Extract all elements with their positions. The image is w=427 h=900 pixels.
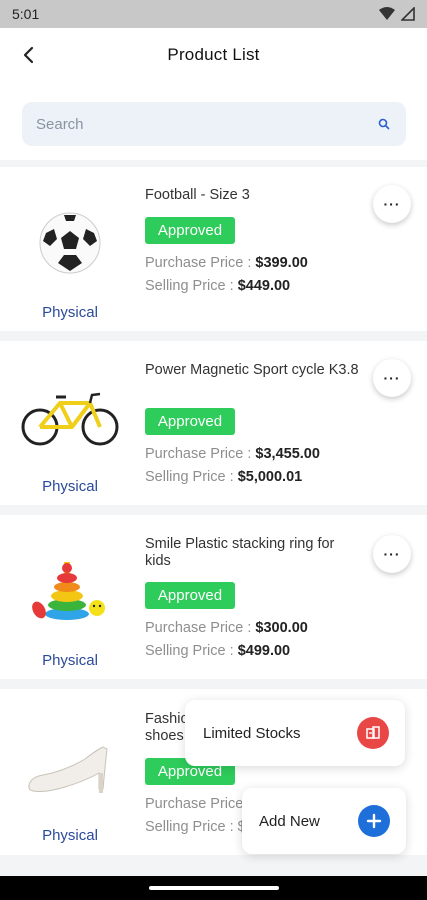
- selling-price-label: Selling Price :: [145, 643, 234, 659]
- product-card[interactable]: Physical Football - Size 3 Approved Purc…: [0, 167, 427, 331]
- purchase-price: Purchase Price : $3,455.00: [145, 446, 320, 462]
- selling-price-label: Selling Price :: [145, 278, 234, 294]
- purchase-price-label: Purchase Price :: [145, 796, 252, 812]
- wifi-icon: [379, 7, 395, 20]
- search-bar[interactable]: [22, 102, 406, 146]
- product-image-shoe: [14, 731, 126, 803]
- status-badge: Approved: [145, 408, 235, 435]
- app-bar: Product List: [0, 28, 427, 82]
- search-input[interactable]: [36, 115, 376, 133]
- limited-stocks-label: Limited Stocks: [203, 724, 301, 742]
- purchase-price-value: $3,455.00: [255, 446, 320, 462]
- more-options-button[interactable]: ···: [373, 535, 411, 573]
- product-type: Physical: [42, 652, 98, 669]
- status-time: 5:01: [12, 6, 40, 22]
- status-bar: 5:01: [0, 0, 427, 28]
- status-icons: [379, 7, 415, 21]
- purchase-price-value: $300.00: [255, 620, 308, 636]
- limited-stocks-button[interactable]: Limited Stocks: [185, 700, 405, 766]
- add-new-label: Add New: [259, 812, 320, 830]
- product-name-line2: shoes: [145, 728, 184, 744]
- more-options-button[interactable]: ···: [373, 185, 411, 223]
- selling-price-value: $449.00: [237, 278, 291, 294]
- product-name-line1: Fashio: [145, 711, 189, 727]
- product-image-bicycle: [14, 381, 126, 453]
- page-title: Product List: [167, 45, 260, 64]
- product-type: Physical: [42, 304, 98, 321]
- product-name: Football - Size 3: [145, 187, 250, 203]
- home-indicator[interactable]: [148, 886, 279, 890]
- product-type: Physical: [42, 478, 98, 495]
- product-name: Power Magnetic Sport cycle K3.8: [145, 362, 359, 378]
- search-icon[interactable]: [376, 116, 392, 132]
- system-nav-bar: [0, 876, 427, 900]
- arrow-left-icon: [23, 46, 34, 64]
- status-badge: Approved: [145, 217, 235, 244]
- product-card[interactable]: Physical Smile Plastic stacking ring for…: [0, 515, 427, 679]
- purchase-price-label: Purchase Price :: [145, 255, 252, 271]
- selling-price-label: Selling Price : $: [145, 819, 246, 835]
- purchase-price: Purchase Price :: [145, 796, 251, 812]
- purchase-price-label: Purchase Price :: [145, 446, 252, 462]
- search-section: [0, 82, 427, 160]
- product-name: Smile Plastic stacking ring for kids: [145, 536, 335, 569]
- selling-price: Selling Price : $5,000.01: [145, 469, 302, 485]
- product-image-football: [14, 207, 126, 279]
- purchase-price-label: Purchase Price :: [145, 620, 252, 636]
- product-image-stacking-ring: [14, 555, 126, 627]
- purchase-price: Purchase Price : $399.00: [145, 255, 308, 271]
- selling-price-value: $499.00: [237, 643, 291, 659]
- back-button[interactable]: [14, 41, 42, 69]
- limited-stocks-icon: [357, 717, 389, 749]
- product-type: Physical: [42, 827, 98, 844]
- selling-price-label: Selling Price :: [145, 469, 234, 485]
- more-options-button[interactable]: ···: [373, 359, 411, 397]
- selling-price: Selling Price : $449.00: [145, 278, 290, 294]
- selling-price: Selling Price : $: [145, 819, 246, 835]
- purchase-price: Purchase Price : $300.00: [145, 620, 308, 636]
- signal-icon: [401, 7, 415, 21]
- status-badge: Approved: [145, 582, 235, 609]
- product-card[interactable]: Physical Power Magnetic Sport cycle K3.8…: [0, 341, 427, 505]
- plus-icon: [358, 805, 390, 837]
- add-new-button[interactable]: Add New: [242, 788, 406, 854]
- selling-price-value: $5,000.01: [237, 469, 303, 485]
- purchase-price-value: $399.00: [255, 255, 308, 271]
- selling-price: Selling Price : $499.00: [145, 643, 290, 659]
